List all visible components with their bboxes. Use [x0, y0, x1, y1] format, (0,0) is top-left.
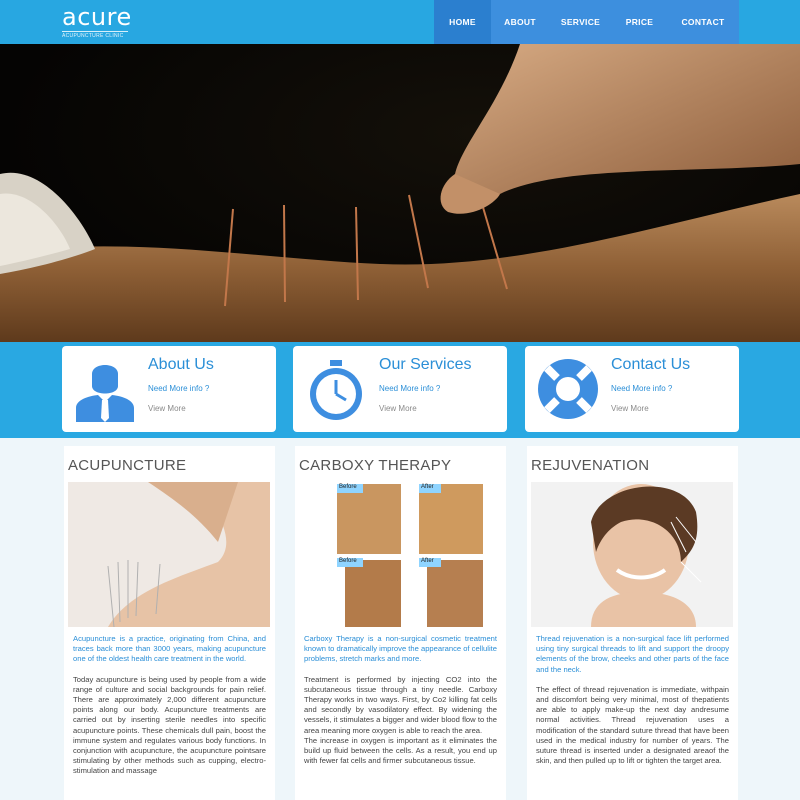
about-us-info-link[interactable]: Need More info ? — [148, 384, 209, 393]
acupuncture-section: ACUPUNCTURE Acupuncture is a practice, o… — [64, 446, 275, 800]
about-us-title: About Us — [148, 356, 214, 373]
after-label-1: After — [421, 484, 434, 490]
carboxy-therapy-paragraph-1: Treatment is performed by injecting CO2 … — [304, 674, 497, 735]
nav-item-contact[interactable]: CONTACT — [667, 0, 739, 44]
rejuvenation-lead: Thread rejuvenation is a non-surgical fa… — [536, 634, 729, 674]
about-us-card[interactable]: About Us Need More info ? View More — [62, 346, 276, 432]
our-services-view-more[interactable]: View More — [379, 404, 417, 413]
acupuncture-text: Acupuncture is a practice, originating f… — [73, 634, 266, 777]
about-us-view-more[interactable]: View More — [148, 404, 186, 413]
person-icon — [72, 356, 138, 422]
lifebuoy-icon — [535, 356, 601, 422]
after-label-2: After — [421, 558, 434, 564]
our-services-card[interactable]: Our Services Need More info ? View More — [293, 346, 507, 432]
nav-item-about[interactable]: ABOUT — [491, 0, 549, 44]
acupuncture-image — [68, 482, 270, 627]
nav-item-home[interactable]: HOME — [434, 0, 491, 44]
rejuvenation-text: Thread rejuvenation is a non-surgical fa… — [536, 634, 729, 766]
nav-item-service[interactable]: SERVICE — [549, 0, 612, 44]
rejuvenation-paragraph: The effect of thread rejuvenation is imm… — [536, 684, 729, 766]
rejuvenation-image — [531, 482, 733, 627]
before-label-1: Before — [339, 484, 357, 490]
logo-text: acure — [62, 3, 132, 31]
before-label-2: Before — [339, 558, 357, 564]
carboxy-therapy-paragraph-2: The increase in oxygen is important as i… — [304, 735, 497, 766]
our-services-info-link[interactable]: Need More info ? — [379, 384, 440, 393]
nav-item-price[interactable]: PRICE — [612, 0, 667, 44]
acupuncture-paragraph: Today acupuncture is being used by peopl… — [73, 674, 266, 776]
acupuncture-lead: Acupuncture is a practice, originating f… — [73, 634, 266, 664]
carboxy-therapy-title: CARBOXY THERAPY — [299, 457, 452, 474]
hero-banner — [0, 44, 800, 342]
contact-us-view-more[interactable]: View More — [611, 404, 649, 413]
stopwatch-icon — [303, 356, 369, 422]
site-logo[interactable]: acure ACUPUNCTURE CLINIC — [62, 4, 132, 39]
carboxy-therapy-lead: Carboxy Therapy is a non-surgical cosmet… — [304, 634, 497, 664]
contact-us-card[interactable]: Contact Us Need More info ? View More — [525, 346, 739, 432]
info-band: About Us Need More info ? View More Our … — [0, 342, 800, 438]
logo-divider — [62, 31, 128, 32]
our-services-title: Our Services — [379, 356, 472, 373]
contact-us-title: Contact Us — [611, 356, 691, 373]
site-header: acure ACUPUNCTURE CLINIC HOME ABOUT SERV… — [0, 0, 800, 44]
acupuncture-title: ACUPUNCTURE — [68, 457, 187, 474]
main-nav: HOME ABOUT SERVICE PRICE CONTACT — [434, 0, 739, 44]
contact-us-info-link[interactable]: Need More info ? — [611, 384, 672, 393]
rejuvenation-title: REJUVENATION — [531, 457, 650, 474]
rejuvenation-section: REJUVENATION Thread rejuvenation is a no… — [527, 446, 738, 800]
logo-subtext: ACUPUNCTURE CLINIC — [62, 33, 124, 39]
carboxy-therapy-text: Carboxy Therapy is a non-surgical cosmet… — [304, 634, 497, 766]
carboxy-before-after-image: Before After Before After — [299, 482, 501, 627]
hero-acupuncture-image — [0, 44, 800, 342]
carboxy-therapy-section: CARBOXY THERAPY Before After Before Afte… — [295, 446, 506, 800]
